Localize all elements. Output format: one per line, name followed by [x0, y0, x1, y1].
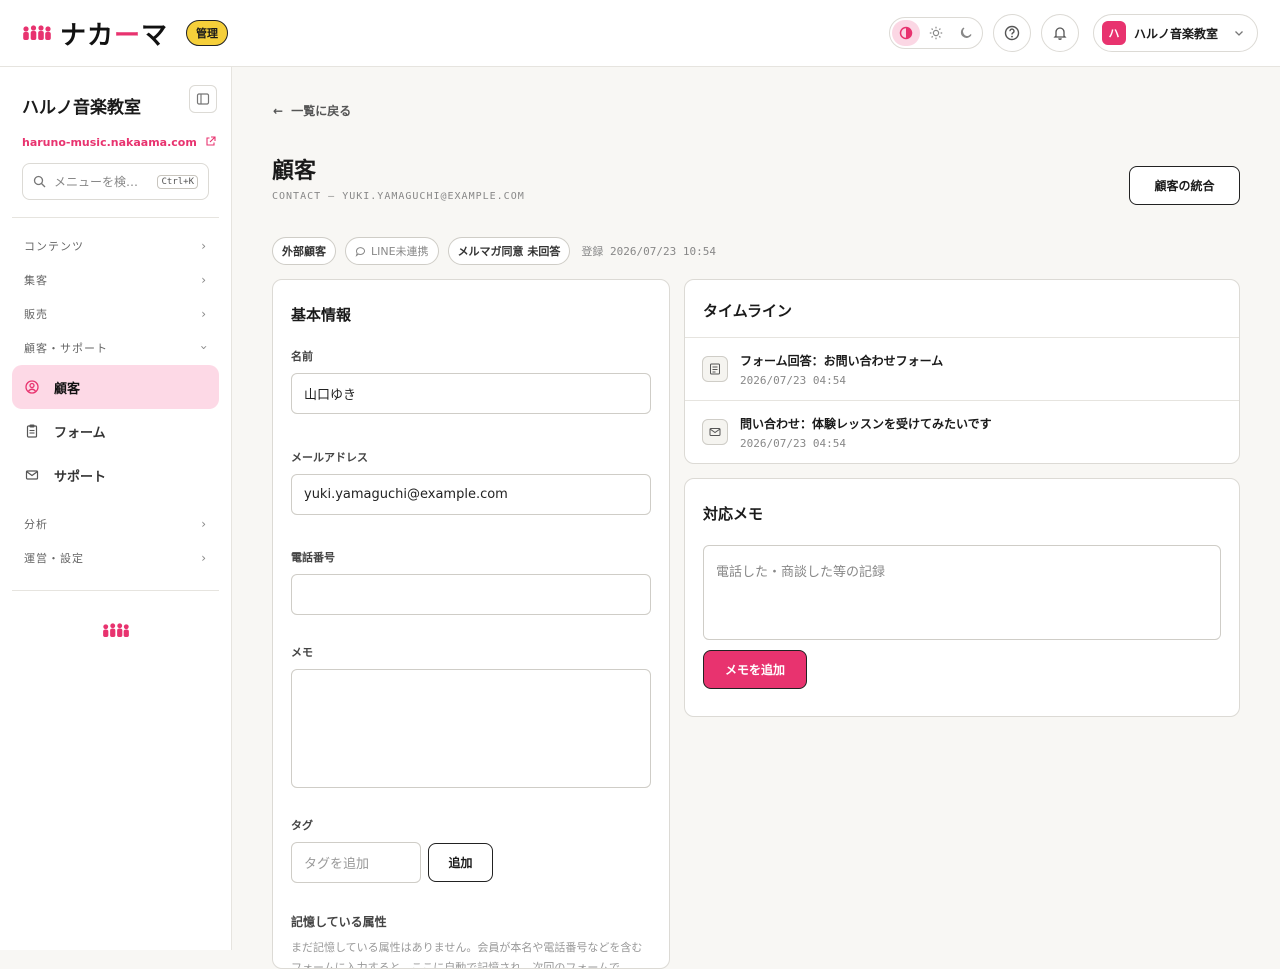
sidebar-section-marketing[interactable]: 集客 ›	[0, 263, 231, 297]
merge-customer-button[interactable]: 顧客の統合	[1129, 166, 1240, 205]
line-status-chip: LINE未連携	[345, 237, 439, 265]
chevron-right-icon: ›	[201, 307, 207, 321]
sidebar-section-customer-support[interactable]: 顧客・サポート ›	[0, 331, 231, 365]
chevron-right-icon: ›	[201, 517, 207, 531]
memo-label: メモ	[291, 646, 313, 659]
mail-icon	[25, 470, 39, 480]
brand-name: ナカーマ	[60, 20, 169, 51]
moon-icon	[960, 27, 972, 38]
theme-system-button[interactable]	[892, 20, 920, 46]
sidebar-item-support[interactable]: サポート	[12, 453, 219, 497]
phone-label: 電話番号	[291, 551, 335, 564]
search-placeholder: メニューを検…	[54, 175, 139, 189]
sidebar-section-operations[interactable]: 運営・設定 ›	[0, 541, 231, 575]
bell-icon	[1053, 27, 1067, 40]
menu-search-input[interactable]: メニューを検… Ctrl+K	[22, 163, 209, 200]
sidebar-item-forms[interactable]: フォーム	[12, 409, 219, 453]
timeline-item-time: 2026/07/23 04:54	[740, 437, 846, 450]
sidebar-item-label: 顧客	[54, 381, 81, 397]
theme-dark-button[interactable]	[952, 20, 980, 46]
account-avatar: ハ	[1102, 21, 1126, 45]
sidebar-footer-logo	[0, 623, 231, 638]
sidebar-item-label: サポート	[54, 469, 107, 485]
timeline-title: タイムライン	[685, 280, 1239, 338]
chevron-right-icon: ›	[201, 273, 207, 287]
email-field[interactable]: yuki.yamaguchi@example.com	[291, 474, 651, 515]
logo-people-icon	[102, 623, 129, 638]
external-link-icon	[206, 136, 216, 146]
external-customer-chip: 外部顧客	[272, 237, 336, 265]
timeline-item[interactable]: フォーム回答：お問い合わせフォーム 2026/07/23 04:54	[685, 338, 1239, 401]
brand-logo[interactable]: ナカーマ 管理	[22, 15, 229, 52]
basic-info-card: 基本情報 名前 山口ゆき メールアドレス yuki.yamaguchi@exam…	[272, 279, 670, 969]
timeline-card: タイムライン フォーム回答：お問い合わせフォーム 2026/07/23 04:5…	[684, 279, 1240, 464]
sidebar-toggle-icon	[196, 93, 210, 105]
name-label: 名前	[291, 350, 313, 363]
registered-date: 登録 2026/07/23 10:54	[581, 245, 716, 258]
status-chips: 外部顧客 LINE未連携 メルマガ同意 未回答 登録 2026/07/23 10…	[272, 237, 716, 265]
tag-label: タグ	[291, 819, 313, 832]
main-content: ← 一覧に戻る 顧客 CONTACT — YUKI.YAMAGUCHI@EXAM…	[232, 67, 1280, 969]
top-bar: ナカーマ 管理 ハ ハルノ音楽教室	[0, 0, 1280, 67]
support-memo-title: 対応メモ	[703, 505, 764, 523]
user-circle-icon	[25, 380, 39, 394]
phone-field[interactable]	[291, 574, 651, 615]
sidebar-item-customers[interactable]: 顧客	[12, 365, 219, 409]
contrast-icon	[899, 26, 913, 40]
help-icon	[1004, 25, 1020, 41]
logo-people-icon	[23, 25, 51, 40]
arrow-left-icon: ←	[273, 104, 284, 118]
search-icon	[33, 175, 46, 188]
clipboard-icon	[26, 424, 38, 438]
newsletter-consent-chip: メルマガ同意 未回答	[447, 237, 571, 265]
page-subtitle: CONTACT — YUKI.YAMAGUCHI@EXAMPLE.COM	[272, 191, 525, 202]
chat-bubble-icon	[355, 246, 365, 257]
sidebar-divider	[12, 590, 219, 591]
timeline-item-text: 問い合わせ：体験レッスンを受けてみたいです	[740, 417, 992, 431]
sidebar: ハルノ音楽教室 haruno-music.nakaama.com メニューを検……	[0, 67, 232, 950]
theme-toggle	[889, 17, 983, 49]
attributes-hint: まだ記憶している属性はありません。会員が本名や電話番号などを含むフォームに入力す…	[291, 941, 643, 969]
timeline-item-text: フォーム回答：お問い合わせフォーム	[740, 354, 944, 368]
add-memo-button[interactable]: メモを追加	[703, 650, 807, 689]
attributes-label: 記憶している属性	[291, 915, 387, 929]
chevron-down-icon: ›	[197, 345, 212, 351]
sidebar-collapse-button[interactable]	[189, 85, 217, 113]
support-memo-card: 対応メモ 電話した・商談した等の記録 メモを追加	[684, 478, 1240, 717]
sidebar-section-sales[interactable]: 販売 ›	[0, 297, 231, 331]
sidebar-section-contents[interactable]: コンテンツ ›	[0, 229, 231, 263]
name-field[interactable]: 山口ゆき	[291, 373, 651, 414]
add-tag-button[interactable]: 追加	[428, 843, 493, 882]
admin-badge: 管理	[186, 20, 229, 46]
back-link[interactable]: ← 一覧に戻る	[273, 102, 351, 119]
form-icon	[702, 356, 728, 382]
tag-input[interactable]: タグを追加	[291, 842, 421, 883]
help-button[interactable]	[993, 14, 1031, 52]
sidebar-title: ハルノ音楽教室	[22, 98, 141, 118]
support-memo-input[interactable]: 電話した・商談した等の記録	[703, 545, 1221, 640]
email-label: メールアドレス	[291, 451, 368, 464]
page-title: 顧客	[272, 159, 317, 184]
sidebar-item-label: フォーム	[54, 425, 106, 441]
search-shortcut: Ctrl+K	[157, 174, 198, 189]
sun-icon	[929, 26, 943, 40]
mail-icon	[702, 419, 728, 445]
sidebar-section-analytics[interactable]: 分析 ›	[0, 507, 231, 541]
timeline-item-time: 2026/07/23 04:54	[740, 374, 846, 387]
chevron-right-icon: ›	[201, 551, 207, 565]
basic-info-title: 基本情報	[291, 306, 352, 324]
account-name: ハルノ音楽教室	[1134, 26, 1219, 41]
chevron-down-icon	[1235, 31, 1243, 36]
chevron-right-icon: ›	[201, 239, 207, 253]
notifications-button[interactable]	[1041, 14, 1079, 52]
site-url-link[interactable]: haruno-music.nakaama.com	[22, 136, 231, 149]
timeline-item[interactable]: 問い合わせ：体験レッスンを受けてみたいです 2026/07/23 04:54	[685, 401, 1239, 464]
memo-field[interactable]	[291, 669, 651, 788]
account-switcher[interactable]: ハ ハルノ音楽教室	[1093, 14, 1258, 52]
theme-light-button[interactable]	[922, 20, 950, 46]
